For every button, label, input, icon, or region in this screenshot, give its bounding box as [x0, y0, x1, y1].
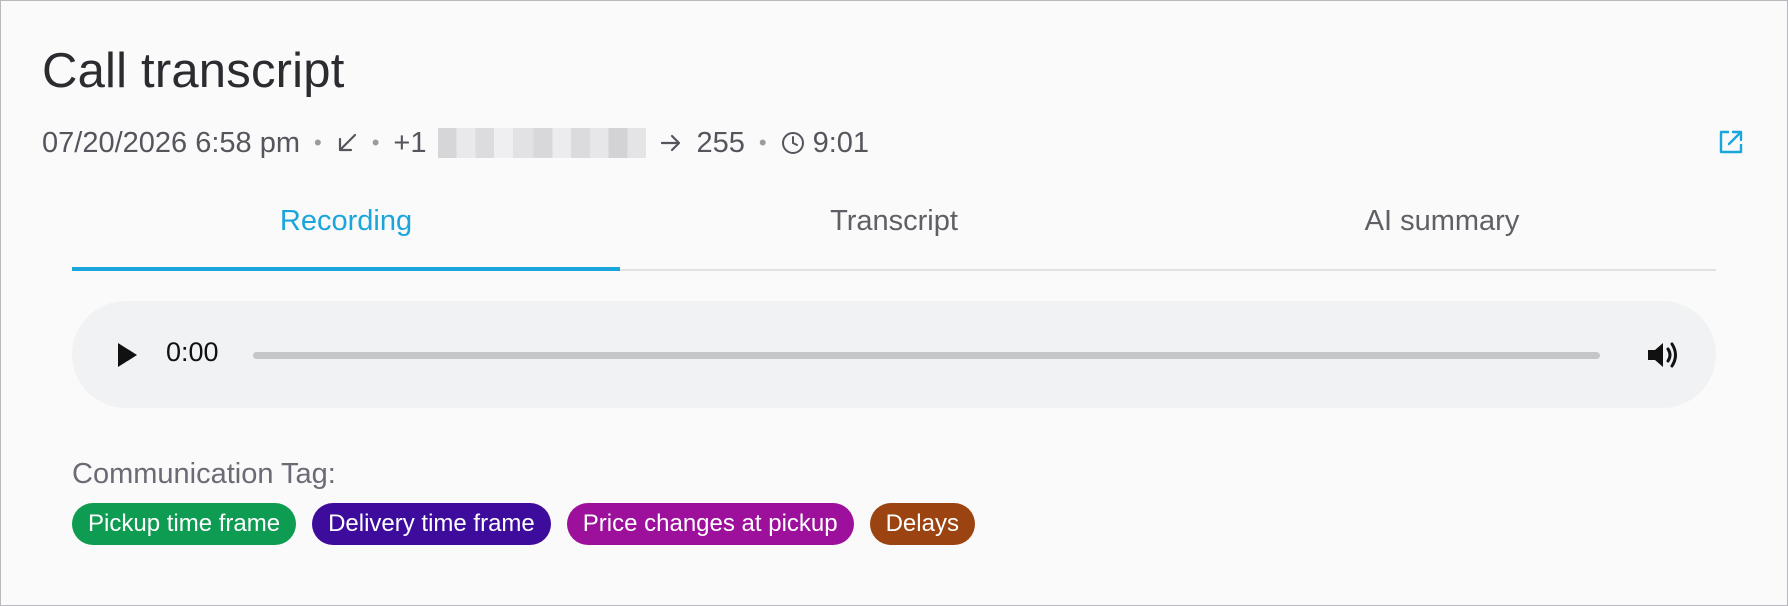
page-title: Call transcript [42, 44, 345, 98]
tab-bar: Recording Transcript AI summary [72, 189, 1716, 271]
tab-recording[interactable]: Recording [72, 189, 620, 271]
caller-phone-prefix: +1 [393, 126, 427, 159]
incoming-call-arrow-icon [336, 132, 358, 154]
tag-delivery-time-frame[interactable]: Delivery time frame [312, 503, 551, 545]
play-icon[interactable] [112, 338, 142, 372]
clock-icon [781, 131, 805, 155]
call-meta-row: 07/20/2026 6:58 pm • • +1 255 • 9:01 [42, 121, 869, 165]
separator-dot: • [313, 130, 322, 155]
tag-delays[interactable]: Delays [869, 503, 975, 545]
volume-icon[interactable] [1645, 338, 1681, 372]
tab-transcript[interactable]: Transcript [620, 189, 1168, 269]
call-transcript-panel: Call transcript 07/20/2026 6:58 pm • • +… [0, 0, 1788, 606]
audio-player: 0:00 [72, 301, 1716, 408]
tab-ai-summary[interactable]: AI summary [1168, 189, 1716, 269]
playback-time: 0:00 [166, 337, 219, 367]
call-datetime: 07/20/2026 6:58 pm [42, 126, 300, 159]
separator-dot: • [371, 130, 380, 155]
redacted-phone-number [438, 128, 647, 158]
communication-tag-label: Communication Tag: [72, 458, 336, 490]
extension-number: 255 [696, 126, 745, 159]
external-link-icon[interactable] [1718, 129, 1744, 155]
call-duration: 9:01 [812, 126, 870, 159]
tag-pickup-time-frame[interactable]: Pickup time frame [72, 503, 297, 545]
arrow-right-icon [660, 132, 682, 154]
tag-list: Pickup time frame Delivery time frame Pr… [72, 503, 975, 545]
tag-price-changes-at-pickup[interactable]: Price changes at pickup [566, 503, 854, 545]
separator-dot: • [758, 130, 767, 155]
playback-progress-bar[interactable] [253, 352, 1600, 359]
